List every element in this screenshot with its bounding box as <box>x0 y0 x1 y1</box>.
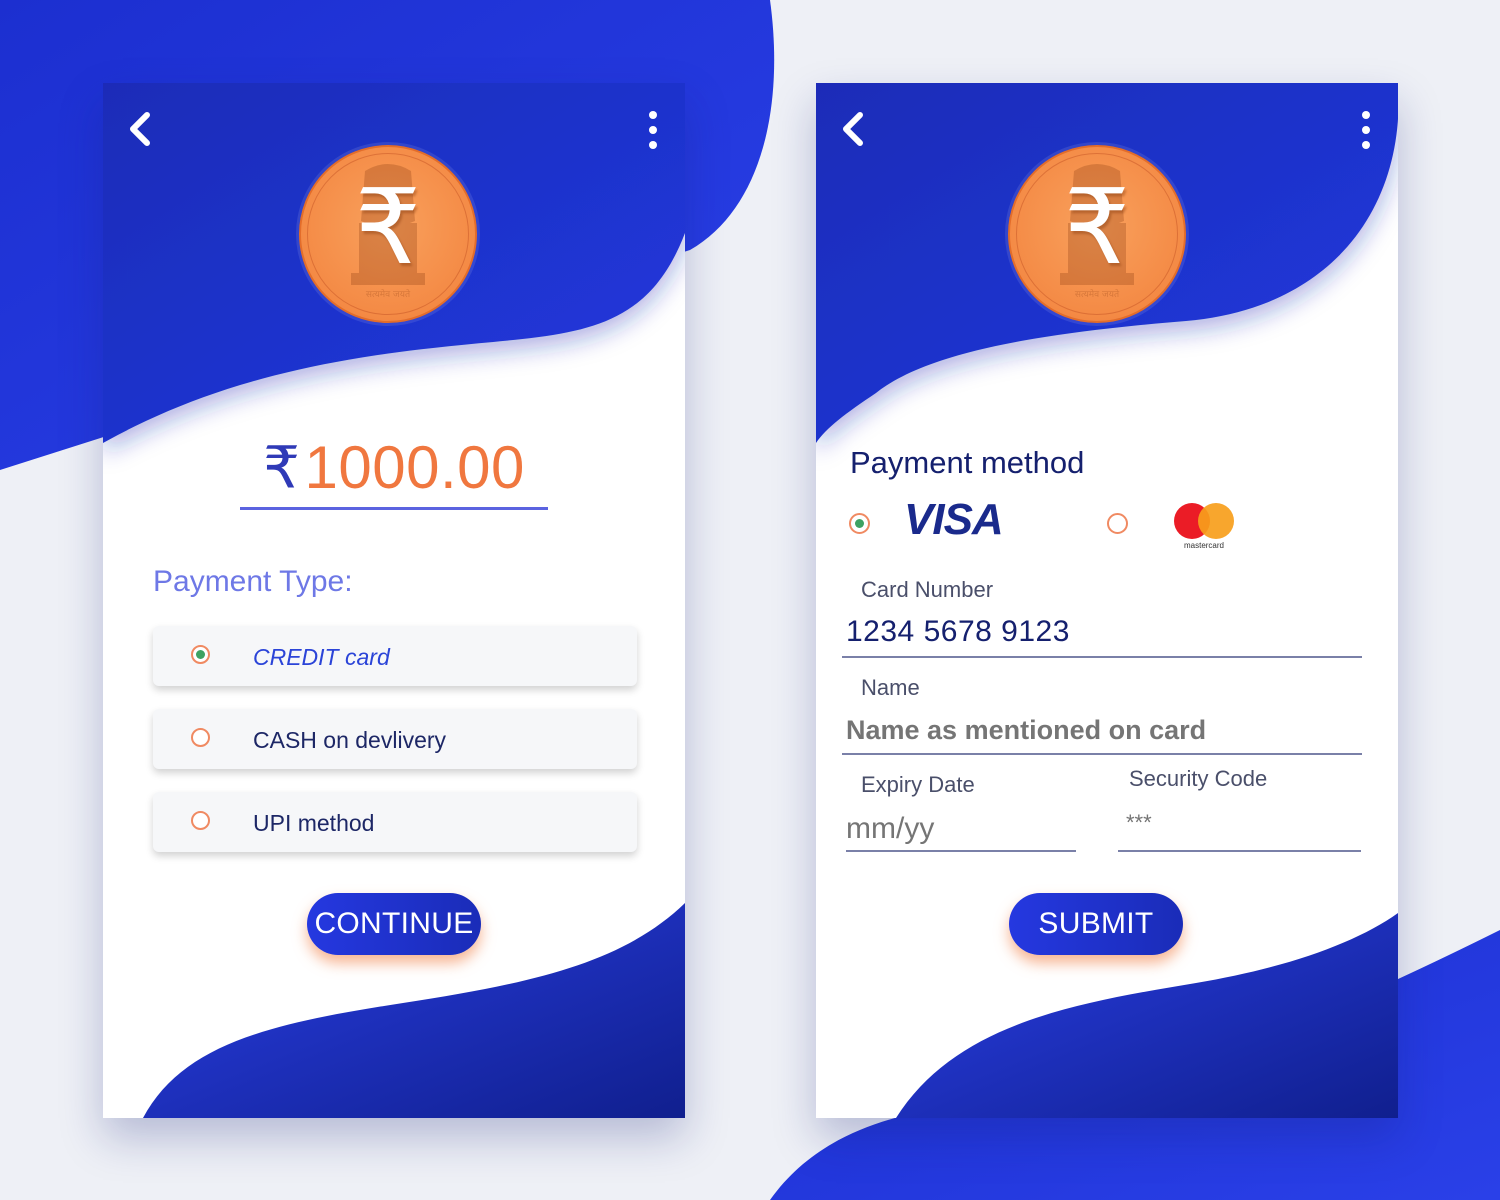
name-input[interactable] <box>846 713 1346 747</box>
chevron-left-icon <box>130 112 150 146</box>
mastercard-wordmark: mastercard <box>1183 541 1224 550</box>
card-number-label: Card Number <box>861 577 994 602</box>
more-vertical-icon <box>1362 111 1370 149</box>
mastercard-radio[interactable] <box>1107 513 1128 534</box>
option-upi[interactable]: UPI method <box>153 792 637 852</box>
expiry-underline <box>846 850 1076 852</box>
amount-screen: सत्यमेव जयते ₹ ₹ 1000.00 Payment Type: C… <box>103 83 685 1118</box>
card-number-underline <box>842 656 1362 658</box>
submit-button[interactable]: SUBMIT <box>1009 893 1183 955</box>
option-cash-on-delivery[interactable]: CASH on devlivery <box>153 709 637 769</box>
option-credit-card[interactable]: CREDIT card <box>153 626 637 686</box>
rupee-logo: सत्यमेव जयते ₹ <box>1008 145 1186 323</box>
payment-type-heading: Payment Type: <box>153 565 353 598</box>
name-label: Name <box>861 675 920 700</box>
radio-button[interactable] <box>191 811 210 830</box>
visa-logo: VISA <box>904 495 1004 544</box>
card-number-input[interactable] <box>846 613 1346 651</box>
more-vertical-icon <box>649 111 657 149</box>
logo-rupee-symbol: ₹ <box>1063 166 1131 288</box>
more-menu-button[interactable] <box>643 109 663 151</box>
expiry-input[interactable] <box>846 811 1066 847</box>
security-code-label: Security Code <box>1129 766 1268 791</box>
chevron-left-icon <box>843 112 863 146</box>
option-label: UPI method <box>253 810 375 836</box>
option-label: CREDIT card <box>253 644 390 670</box>
payment-method-heading: Payment method <box>850 445 1085 480</box>
continue-button[interactable]: CONTINUE <box>307 893 481 955</box>
security-code-underline <box>1118 850 1361 852</box>
emblem-motto: सत्यमेव जयते <box>1075 288 1120 300</box>
emblem-motto: सत्यमेव जयते <box>366 288 411 300</box>
back-button[interactable] <box>125 109 159 149</box>
back-button[interactable] <box>838 109 872 149</box>
expiry-label: Expiry Date <box>861 772 975 797</box>
logo-rupee-symbol: ₹ <box>354 166 422 288</box>
rupee-logo: सत्यमेव जयते ₹ <box>299 145 477 323</box>
radio-button[interactable] <box>191 728 210 747</box>
visa-radio[interactable] <box>849 513 870 534</box>
amount-display[interactable]: ₹ 1000.00 <box>240 433 548 510</box>
name-underline <box>842 753 1362 755</box>
card-details-screen: सत्यमेव जयते ₹ Payment method VISA maste… <box>816 83 1398 1118</box>
currency-symbol: ₹ <box>263 433 301 502</box>
radio-button[interactable] <box>191 645 210 664</box>
more-menu-button[interactable] <box>1356 109 1376 151</box>
amount-value: 1000.00 <box>304 434 525 501</box>
option-label: CASH on devlivery <box>253 727 447 753</box>
mastercard-orange-circle <box>1198 503 1234 539</box>
mastercard-logo: mastercard <box>1172 501 1236 551</box>
security-code-input[interactable] <box>1126 809 1346 837</box>
